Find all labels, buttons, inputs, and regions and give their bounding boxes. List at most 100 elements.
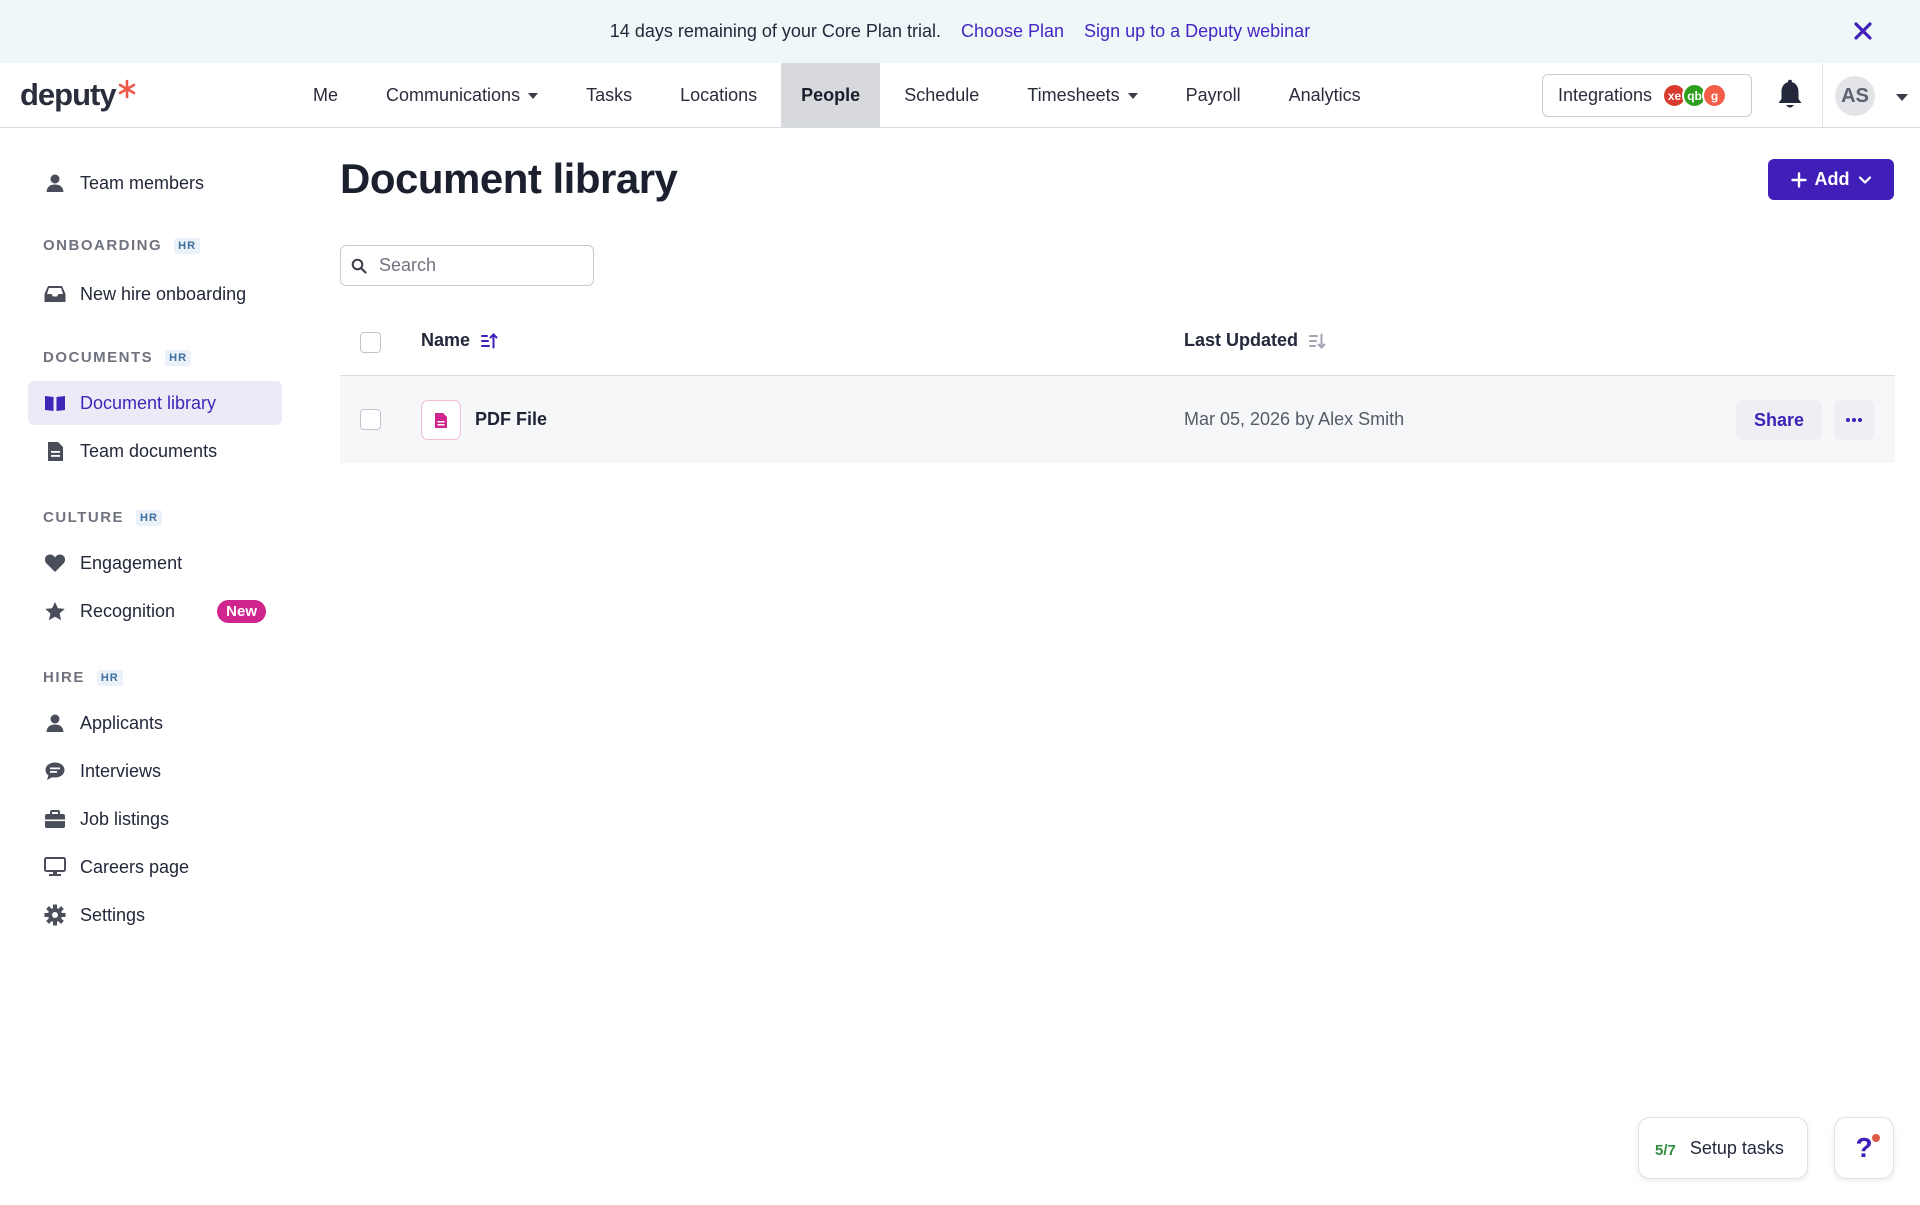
- top-navigation: deputy Me Communications Tasks Locations…: [0, 63, 1920, 128]
- nav-label: Locations: [680, 84, 758, 105]
- nav-payroll[interactable]: Payroll: [1162, 63, 1265, 127]
- gear-icon: [44, 904, 66, 926]
- nav-people[interactable]: People: [781, 63, 881, 127]
- help-button[interactable]: ?: [1834, 1117, 1894, 1179]
- sidebar-item-recognition[interactable]: Recognition New: [28, 589, 282, 633]
- column-header-last-updated[interactable]: Last Updated: [1184, 330, 1326, 351]
- choose-plan-link[interactable]: Choose Plan: [961, 21, 1064, 42]
- page-title: Document library: [340, 155, 678, 202]
- nav-me[interactable]: Me: [289, 63, 362, 127]
- person-icon: [44, 172, 66, 194]
- sidebar-item-label: Applicants: [80, 712, 164, 733]
- close-banner-icon[interactable]: [1846, 14, 1880, 48]
- integration-icons: xe qb g: [1662, 83, 1728, 108]
- briefcase-icon: [44, 808, 66, 830]
- nav-label: Me: [313, 84, 339, 105]
- sidebar-item-interviews[interactable]: Interviews: [28, 749, 282, 793]
- section-title: DOCUMENTS: [43, 349, 154, 366]
- section-onboarding: ONBOARDING HR: [43, 237, 201, 254]
- deputy-logo[interactable]: deputy: [20, 75, 137, 115]
- nav-schedule[interactable]: Schedule: [880, 63, 1003, 127]
- inbox-tray-icon: [44, 283, 66, 305]
- notification-dot: [1872, 1134, 1880, 1142]
- nav-communications[interactable]: Communications: [362, 63, 562, 127]
- nav-label: Analytics: [1288, 84, 1361, 105]
- nav-label: Timesheets: [1027, 84, 1120, 105]
- column-header-name[interactable]: Name: [421, 330, 498, 351]
- nav-label: Communications: [386, 84, 521, 105]
- chevron-down-icon: [1858, 175, 1871, 184]
- trial-banner: 14 days remaining of your Core Plan tria…: [0, 0, 1920, 63]
- select-all-checkbox[interactable]: [360, 332, 381, 353]
- logo-star-icon: [117, 79, 137, 104]
- hr-badge: HR: [136, 509, 162, 526]
- sidebar-item-applicants[interactable]: Applicants: [28, 701, 282, 745]
- section-title: HIRE: [43, 669, 85, 686]
- add-button[interactable]: Add: [1768, 159, 1894, 200]
- sidebar-item-label: Engagement: [80, 552, 183, 573]
- sidebar-item-label: Job listings: [80, 808, 170, 829]
- monitor-icon: [44, 856, 66, 878]
- account-menu-caret-icon[interactable]: [1896, 94, 1908, 101]
- nav-label: Payroll: [1185, 84, 1241, 105]
- integrations-label: Integrations: [1558, 85, 1653, 105]
- more-options-icon[interactable]: [1834, 400, 1874, 440]
- nav-locations[interactable]: Locations: [656, 63, 781, 127]
- column-label: Last Updated: [1184, 330, 1299, 350]
- section-title: ONBOARDING: [43, 237, 163, 254]
- share-button[interactable]: Share: [1736, 400, 1822, 440]
- setup-tasks-button[interactable]: 5/7 Setup tasks: [1638, 1117, 1808, 1179]
- sidebar-item-label: Team members: [80, 172, 205, 193]
- help-question-icon: ?: [1855, 1132, 1873, 1163]
- nav-tasks[interactable]: Tasks: [562, 63, 656, 127]
- sidebar-item-careers-page[interactable]: Careers page: [28, 845, 282, 889]
- sort-ascending-icon: [481, 332, 498, 348]
- search-icon: [351, 258, 367, 274]
- webinar-link[interactable]: Sign up to a Deputy webinar: [1084, 21, 1310, 42]
- section-culture: CULTURE HR: [43, 509, 162, 526]
- setup-tasks-label: Setup tasks: [1689, 1137, 1784, 1158]
- gusto-logo-icon: g: [1702, 83, 1728, 108]
- sidebar-item-label: Recognition: [80, 600, 176, 621]
- last-updated-text: Mar 05, 2026 by Alex Smith: [1184, 409, 1405, 429]
- section-documents: DOCUMENTS HR: [43, 349, 192, 366]
- heart-icon: [44, 552, 66, 574]
- table-row[interactable]: PDF File Mar 05, 2026 by Alex Smith Shar…: [340, 376, 1895, 463]
- search-input[interactable]: [379, 255, 579, 276]
- section-hire: HIRE HR: [43, 669, 123, 686]
- sidebar-item-team-documents[interactable]: Team documents: [28, 429, 282, 473]
- sidebar-item-document-library[interactable]: Document library: [28, 381, 282, 425]
- user-avatar[interactable]: AS: [1835, 76, 1875, 116]
- hr-badge: HR: [174, 237, 201, 254]
- nav-divider: [1822, 63, 1823, 127]
- sidebar-item-team-members[interactable]: Team members: [28, 161, 282, 205]
- caret-down-icon: [1127, 93, 1138, 99]
- nav-label: Schedule: [904, 84, 980, 105]
- plus-icon: [1790, 171, 1807, 188]
- row-checkbox[interactable]: [360, 409, 381, 430]
- column-label: Name: [421, 330, 471, 350]
- document-icon: [44, 440, 66, 462]
- hr-badge: HR: [165, 349, 192, 366]
- nav-label: People: [801, 84, 861, 105]
- open-book-icon: [44, 392, 66, 414]
- add-label: Add: [1814, 169, 1850, 189]
- sidebar-item-new-hire-onboarding[interactable]: New hire onboarding: [28, 272, 282, 316]
- search-box: [340, 245, 594, 286]
- file-name[interactable]: PDF File: [475, 409, 547, 430]
- sidebar-item-label: Team documents: [80, 440, 218, 461]
- pdf-file-icon: [421, 400, 461, 440]
- person-icon: [44, 712, 66, 734]
- sidebar-item-label: Interviews: [80, 760, 162, 781]
- integrations-button[interactable]: Integrations xe qb g: [1542, 74, 1752, 117]
- sidebar-item-label: Document library: [80, 392, 217, 413]
- sidebar-item-job-listings[interactable]: Job listings: [28, 797, 282, 841]
- sidebar-item-label: New hire onboarding: [80, 283, 247, 304]
- nav-analytics[interactable]: Analytics: [1265, 63, 1385, 127]
- hr-badge: HR: [96, 669, 123, 686]
- nav-timesheets[interactable]: Timesheets: [1003, 63, 1161, 127]
- sidebar-item-engagement[interactable]: Engagement: [28, 541, 282, 585]
- sidebar-item-settings[interactable]: Settings: [28, 893, 282, 937]
- setup-progress-count: 5/7: [1655, 1141, 1676, 1159]
- notification-bell-icon[interactable]: [1775, 79, 1805, 111]
